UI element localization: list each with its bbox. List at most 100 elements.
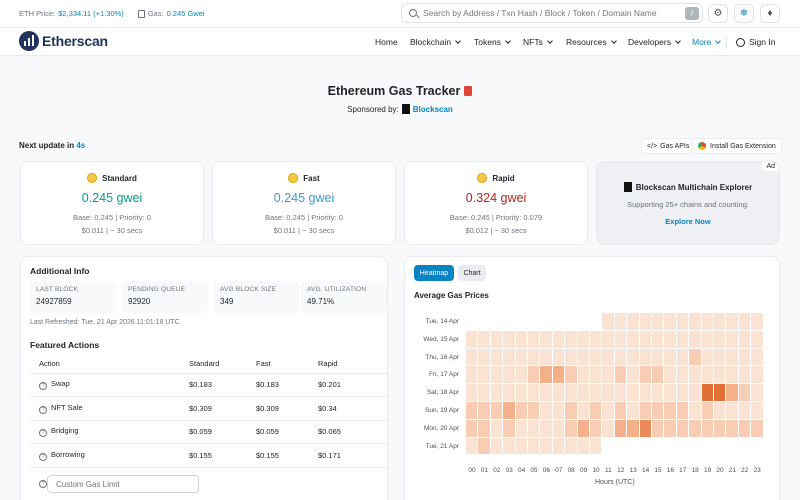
heatmap-cell[interactable]: [503, 330, 515, 348]
heatmap-cell[interactable]: [726, 419, 738, 437]
heatmap-cell[interactable]: [503, 437, 515, 455]
heatmap-cell[interactable]: [652, 402, 664, 419]
heatmap-cell[interactable]: [577, 402, 589, 419]
heatmap-cell[interactable]: [726, 330, 738, 348]
heatmap-cell[interactable]: [540, 330, 552, 348]
heatmap-cell[interactable]: [664, 384, 676, 401]
heatmap-cell[interactable]: [614, 402, 627, 419]
heatmap-cell[interactable]: [676, 313, 689, 330]
heatmap-cell[interactable]: [639, 313, 651, 330]
heatmap-cell[interactable]: [701, 330, 713, 348]
heatmap-cell[interactable]: [565, 437, 577, 455]
help-icon[interactable]: ?: [39, 452, 47, 461]
heatmap-cell[interactable]: [540, 402, 552, 419]
sponsor-link[interactable]: Blockscan: [413, 105, 453, 114]
nav-more[interactable]: More: [692, 37, 722, 47]
eth-price-value[interactable]: $2,334.11 (+1.30%): [58, 9, 124, 18]
heatmap-cell[interactable]: [565, 366, 577, 384]
heatmap-cell[interactable]: [751, 419, 763, 437]
heatmap-cell[interactable]: [515, 437, 527, 455]
sign-in-link[interactable]: Sign In: [736, 37, 775, 47]
heatmap-cell[interactable]: [490, 437, 503, 455]
heatmap-cell[interactable]: [726, 313, 738, 330]
heatmap-cell[interactable]: [528, 330, 540, 348]
heatmap-cell[interactable]: [490, 419, 503, 437]
heatmap-cell[interactable]: [590, 419, 602, 437]
heatmap-cell[interactable]: [478, 402, 490, 419]
settings-icon[interactable]: ⚙: [708, 4, 728, 23]
heatmap-cell[interactable]: [590, 384, 602, 401]
heatmap-cell[interactable]: [515, 419, 527, 437]
heatmap-cell[interactable]: [577, 437, 589, 455]
heatmap-cell[interactable]: [602, 366, 614, 384]
heatmap-cell[interactable]: [726, 366, 738, 384]
install-extension-button[interactable]: Install Gas Extension: [692, 138, 782, 154]
heatmap-cell[interactable]: [503, 348, 515, 366]
heatmap-cell[interactable]: [751, 384, 763, 401]
heatmap-cell[interactable]: [540, 437, 552, 455]
heatmap-cell[interactable]: [627, 419, 639, 437]
help-icon[interactable]: ?: [39, 405, 47, 414]
heatmap-cell[interactable]: [738, 384, 751, 401]
help-icon[interactable]: ?: [39, 480, 47, 488]
heatmap-cell[interactable]: [478, 437, 490, 455]
heatmap-cell[interactable]: [751, 313, 763, 330]
heatmap-cell[interactable]: [738, 419, 751, 437]
heatmap-cell[interactable]: [590, 348, 602, 366]
search-input[interactable]: [423, 8, 685, 18]
heatmap-cell[interactable]: [701, 419, 713, 437]
heatmap-cell[interactable]: [627, 384, 639, 401]
heatmap-cell[interactable]: [614, 384, 627, 401]
heatmap-cell[interactable]: [652, 384, 664, 401]
heatmap-cell[interactable]: [639, 366, 651, 384]
heatmap-cell[interactable]: [602, 330, 614, 348]
heatmap-cell[interactable]: [652, 330, 664, 348]
heatmap-cell[interactable]: [602, 313, 614, 330]
heatmap-cell[interactable]: [639, 330, 651, 348]
heatmap-cell[interactable]: [726, 348, 738, 366]
heatmap-cell[interactable]: [676, 330, 689, 348]
heatmap-cell[interactable]: [751, 330, 763, 348]
heatmap-cell[interactable]: [676, 384, 689, 401]
heatmap-cell[interactable]: [540, 348, 552, 366]
heatmap-cell[interactable]: [751, 348, 763, 366]
heatmap-cell[interactable]: [478, 384, 490, 401]
heatmap-cell[interactable]: [478, 330, 490, 348]
heatmap-cell[interactable]: [478, 366, 490, 384]
heatmap-cell[interactable]: [466, 366, 478, 384]
heatmap-cell[interactable]: [689, 330, 701, 348]
heatmap-cell[interactable]: [577, 384, 589, 401]
heatmap-cell[interactable]: [466, 384, 478, 401]
heatmap-cell[interactable]: [614, 366, 627, 384]
heatmap-cell[interactable]: [701, 384, 713, 401]
heatmap-cell[interactable]: [738, 330, 751, 348]
heatmap-cell[interactable]: [689, 348, 701, 366]
heatmap-cell[interactable]: [652, 419, 664, 437]
heatmap-cell[interactable]: [714, 402, 726, 419]
heatmap-cell[interactable]: [664, 419, 676, 437]
heatmap-cell[interactable]: [552, 348, 565, 366]
heatmap-cell[interactable]: [602, 402, 614, 419]
heatmap-cell[interactable]: [627, 402, 639, 419]
heatmap-cell[interactable]: [701, 366, 713, 384]
heatmap-cell[interactable]: [689, 313, 701, 330]
help-icon[interactable]: ?: [39, 382, 47, 391]
heatmap-cell[interactable]: [751, 402, 763, 419]
heatmap-cell[interactable]: [565, 419, 577, 437]
heatmap-cell[interactable]: [466, 402, 478, 419]
heatmap-cell[interactable]: [490, 330, 503, 348]
heatmap-cell[interactable]: [528, 437, 540, 455]
heatmap-cell[interactable]: [577, 348, 589, 366]
heatmap-cell[interactable]: [478, 348, 490, 366]
heatmap-cell[interactable]: [602, 348, 614, 366]
heatmap-cell[interactable]: [503, 384, 515, 401]
ethereum-network-icon[interactable]: ❄: [734, 4, 754, 23]
heatmap-cell[interactable]: [540, 366, 552, 384]
heatmap-cell[interactable]: [565, 402, 577, 419]
heatmap-cell[interactable]: [466, 437, 478, 455]
heatmap-cell[interactable]: [577, 330, 589, 348]
heatmap-cell[interactable]: [664, 348, 676, 366]
heatmap-cell[interactable]: [676, 366, 689, 384]
heatmap-cell[interactable]: [565, 384, 577, 401]
heatmap-cell[interactable]: [552, 419, 565, 437]
